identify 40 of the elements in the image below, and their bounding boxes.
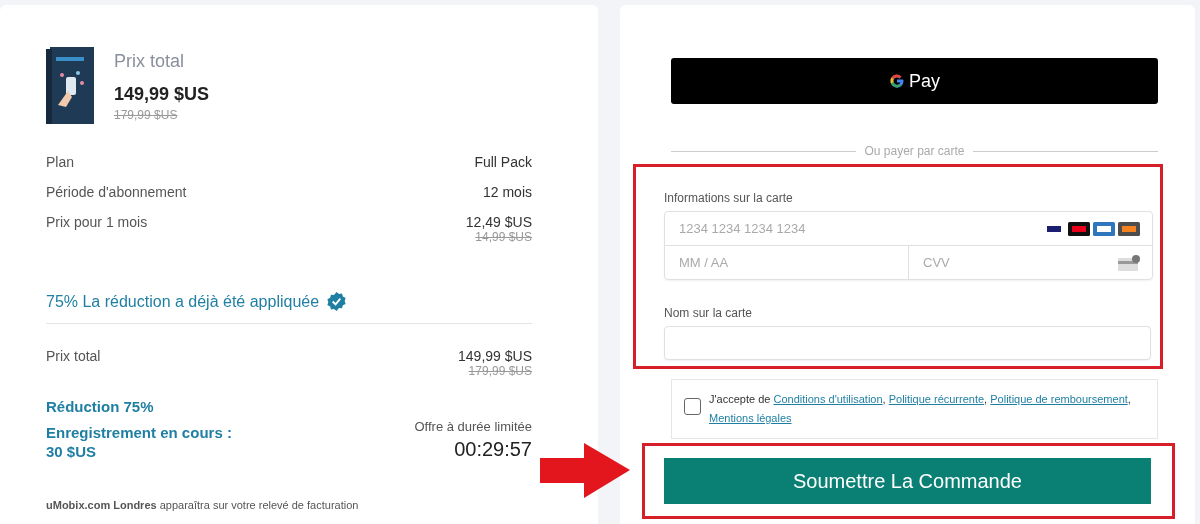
name-field[interactable] (664, 326, 1151, 360)
divider-label: Ou payer par carte (864, 144, 965, 158)
card-number-field[interactable]: 1234 1234 1234 1234 (677, 220, 1043, 237)
row-value: 12 mois (482, 184, 532, 200)
terms-checkbox[interactable] (684, 398, 701, 415)
submit-button[interactable]: Soumettre La Commande (664, 458, 1151, 504)
old-price: 14,99 $US (475, 230, 532, 244)
row-label: Période d'abonnement (46, 184, 187, 200)
policy-link[interactable]: Conditions d'utilisation (773, 393, 883, 405)
cvv-field[interactable]: CVV (921, 254, 1118, 271)
logo-icon (889, 73, 905, 89)
cvv-card-icon (1118, 254, 1140, 271)
card-logo-icon (1118, 221, 1140, 236)
row-label: Prix pour 1 mois (46, 214, 148, 232)
saving-label: Enregistrement en cours : 30 $US (46, 423, 232, 461)
old-price: 179,99 $US (468, 364, 532, 378)
billing-note: uMobix.com Londres apparaîtra sur votre relevé de facturation (46, 499, 360, 511)
old-price: 179,99 $US (114, 108, 178, 122)
row-label: Prix total (46, 348, 101, 366)
countdown-timer: 00:29:57 (453, 438, 532, 461)
policy-link[interactable]: Mentions légales (709, 412, 792, 424)
policy-link[interactable]: Politique de remboursement (990, 393, 1128, 405)
expiry-field[interactable]: MM / AA (677, 254, 896, 271)
row-value: Full Pack (474, 154, 532, 170)
summary-title: Prix total (114, 51, 186, 72)
verified-badge-icon (327, 292, 347, 311)
reduction-label: Réduction 75% (46, 398, 155, 415)
card-logo-icon (1093, 221, 1115, 236)
policy-link[interactable]: Politique récurrente (888, 393, 985, 405)
offer-label: Offre à durée limitée (414, 419, 532, 434)
discount-note: 75% La réduction a déjà été appliquée (46, 292, 320, 311)
terms-text: J'accepte de Conditions d'utilisation, Politique récurrente, Politique de remboursement, Mentions légales (709, 392, 1132, 426)
row-label: Plan (46, 154, 75, 170)
card-logo-icon (1068, 221, 1090, 236)
total-price: 149,99 $US (114, 84, 210, 105)
field-label: Nom sur la carte (664, 306, 754, 320)
row-value: 149,99 $US (458, 348, 532, 364)
gpay-button[interactable]: Pay (671, 58, 1158, 104)
field-label: Informations sur la carte (664, 191, 794, 205)
row-value: 12,49 $US (465, 214, 532, 230)
